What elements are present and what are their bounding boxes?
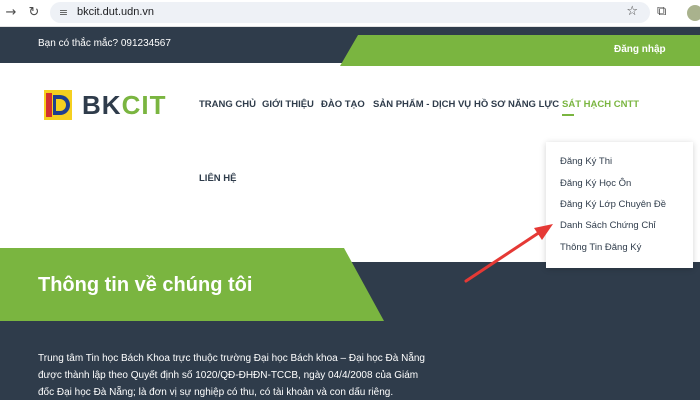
site-info-icon[interactable]: ≡ <box>56 5 71 20</box>
menu-item-lien-he[interactable]: LIÊN HỆ <box>199 173 236 184</box>
url-text[interactable]: bkcit.dut.udn.vn <box>77 6 154 18</box>
sat-hach-dropdown-menu: Đăng Ký Thi Đăng Ký Học Ôn Đăng Ký Lớp C… <box>546 142 693 268</box>
about-description: Trung tâm Tin học Bách Khoa trực thuộc t… <box>38 350 458 400</box>
forward-icon[interactable]: → <box>2 4 20 22</box>
dropdown-item-dang-ky-thi[interactable]: Đăng Ký Thi <box>560 156 612 167</box>
login-link[interactable]: Đăng nhập <box>614 44 666 55</box>
about-line: đốc Đại học Đà Nẵng; là đơn vị sự nghiệp… <box>38 387 394 398</box>
brand-part1: BK <box>82 90 122 120</box>
menu-item-dao-tao[interactable]: ĐÀO TẠO <box>321 99 365 110</box>
bk-logo-icon[interactable] <box>42 88 74 122</box>
dropdown-item-thong-tin-dang-ky[interactable]: Thông Tin Đăng Ký <box>560 242 641 253</box>
about-title: Thông tin về chúng tôi <box>38 274 253 296</box>
menu-item-ho-so-nang-luc[interactable]: HỒ SƠ NĂNG LỰC <box>474 99 559 110</box>
active-menu-underline <box>562 114 574 116</box>
hotline-text: Bạn có thắc mắc? 091234567 <box>38 38 171 49</box>
extensions-icon[interactable]: ⧉ <box>657 4 666 19</box>
address-bar[interactable]: ≡ bkcit.dut.udn.vn ☆ <box>50 2 650 23</box>
menu-item-san-pham-dich-vu[interactable]: SẢN PHẨM - DỊCH VỤ <box>373 99 471 110</box>
dropdown-item-danh-sach-chung-chi[interactable]: Danh Sách Chứng Chỉ <box>560 220 656 231</box>
menu-item-sat-hach-cntt[interactable]: SÁT HẠCH CNTT <box>562 99 639 110</box>
profile-avatar[interactable] <box>687 5 700 21</box>
brand-part2: CIT <box>121 90 167 120</box>
login-tab[interactable]: Đăng nhập <box>340 35 700 66</box>
dropdown-item-dang-ky-hoc-on[interactable]: Đăng Ký Học Ôn <box>560 178 631 189</box>
brand-wordmark[interactable]: BKCIT <box>82 90 166 121</box>
about-line: Trung tâm Tin học Bách Khoa trực thuộc t… <box>38 353 425 364</box>
reload-icon[interactable]: ↻ <box>25 4 43 22</box>
bookmark-star-icon[interactable]: ☆ <box>626 4 638 19</box>
dropdown-item-dang-ky-lop-chuyen-de[interactable]: Đăng Ký Lớp Chuyên Đề <box>560 199 666 210</box>
menu-item-trang-chu[interactable]: TRANG CHỦ <box>199 99 256 110</box>
browser-toolbar: → ↻ ≡ bkcit.dut.udn.vn ☆ ⧉ <box>0 0 700 27</box>
menu-item-gioi-thieu[interactable]: GIỚI THIỆU <box>262 99 314 110</box>
about-line: được thành lập theo Quyết định số 1020/Q… <box>38 370 419 381</box>
